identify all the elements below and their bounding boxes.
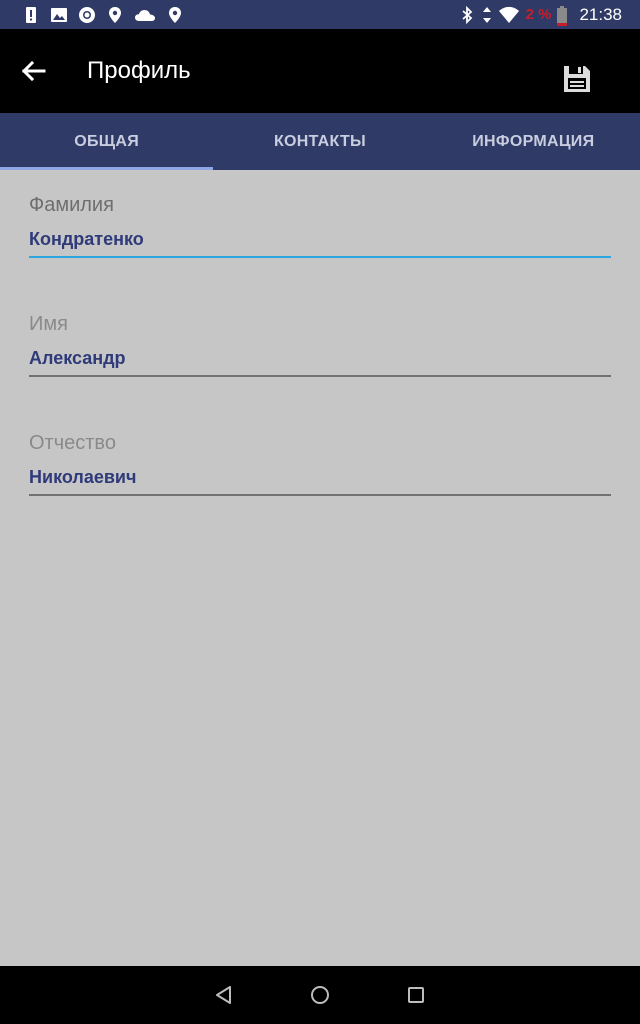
page-title: Профиль — [87, 57, 191, 84]
app-bar: Профиль — [0, 29, 640, 113]
first-name-input[interactable]: Александр — [29, 348, 611, 377]
tab-contacts[interactable]: КОНТАКТЫ — [213, 113, 426, 170]
status-bar-notifications — [22, 4, 184, 25]
first-name-label: Имя — [29, 313, 68, 335]
patronymic-input[interactable]: Николаевич — [29, 467, 611, 496]
alert-icon — [22, 6, 40, 24]
tab-information[interactable]: ИНФОРМАЦИЯ — [427, 113, 640, 170]
bluetooth-icon — [458, 5, 476, 24]
patronymic-label: Отчество — [29, 432, 116, 454]
status-bar: 2 % 21:38 — [0, 0, 640, 29]
tab-bar: ОБЩАЯ КОНТАКТЫ ИНФОРМАЦИЯ — [0, 113, 640, 170]
nav-home-icon — [311, 986, 329, 1004]
image-icon — [50, 6, 68, 24]
patronymic-field-group: Отчество Николаевич — [29, 432, 611, 496]
last-name-field-group: Фамилия Кондратенко — [29, 194, 611, 258]
nav-home-button[interactable] — [308, 983, 332, 1007]
first-name-field-group: Имя Александр — [29, 313, 611, 377]
nav-recents-icon — [408, 987, 424, 1003]
system-nav-bar — [0, 966, 640, 1024]
location-icon — [166, 6, 184, 24]
nav-back-button[interactable] — [212, 983, 236, 1007]
last-name-label: Фамилия — [29, 194, 114, 216]
save-button[interactable] — [561, 63, 593, 95]
chrome-icon — [78, 6, 96, 24]
wifi-icon — [498, 6, 520, 24]
back-button[interactable] — [18, 55, 50, 87]
location-icon — [106, 6, 124, 24]
arrow-back-icon — [21, 60, 46, 82]
battery-icon — [557, 5, 568, 26]
last-name-input[interactable]: Кондратенко — [29, 229, 611, 258]
nav-recents-button[interactable] — [404, 983, 428, 1007]
cloud-icon — [134, 6, 156, 24]
status-bar-system: 2 % 21:38 — [458, 0, 622, 29]
battery-percent: 2 % — [525, 6, 552, 23]
clock: 21:38 — [579, 4, 622, 24]
tab-general[interactable]: ОБЩАЯ — [0, 113, 214, 170]
data-arrows-icon — [482, 6, 492, 24]
save-icon — [564, 66, 590, 92]
nav-back-icon — [216, 986, 231, 1004]
